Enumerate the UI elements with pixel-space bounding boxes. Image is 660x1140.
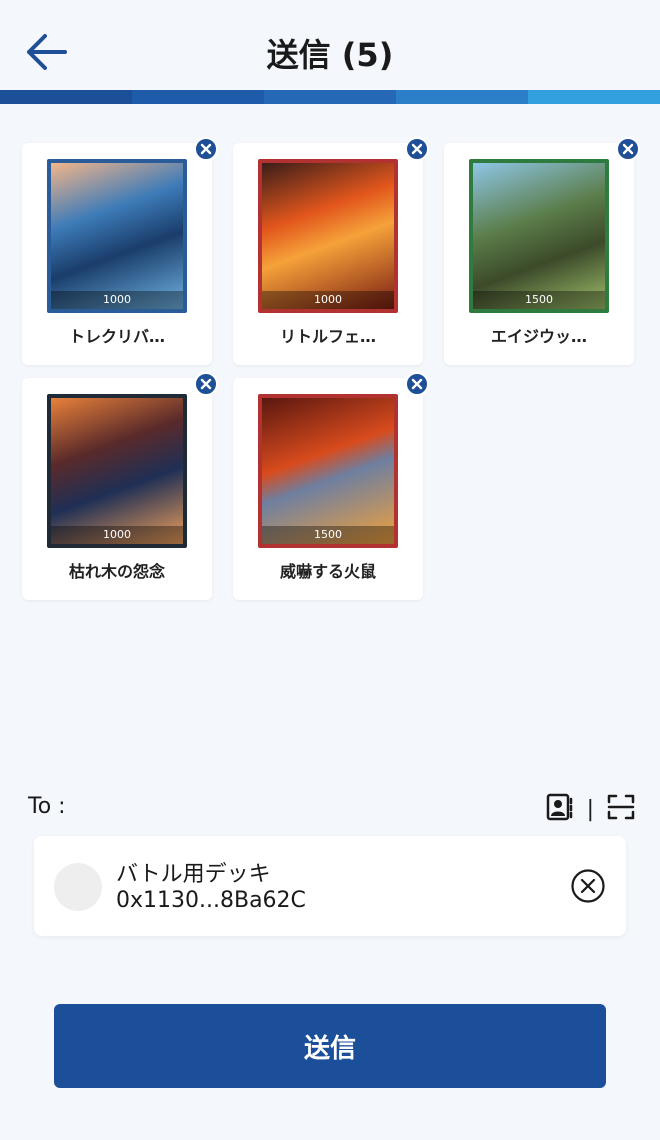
card-art bbox=[473, 163, 605, 309]
card-image: 1500 bbox=[469, 159, 609, 313]
progress-segment-1 bbox=[0, 90, 132, 104]
card-art bbox=[51, 398, 183, 544]
card-name: 枯れ木の怨念 bbox=[68, 562, 165, 581]
close-icon bbox=[411, 378, 423, 390]
card-stat: 1500 bbox=[262, 526, 394, 544]
card-name: トレクリバ… bbox=[68, 327, 165, 346]
remove-card-button[interactable] bbox=[405, 372, 429, 396]
card-art bbox=[262, 163, 394, 309]
scan-qr-button[interactable] bbox=[606, 792, 636, 826]
close-icon bbox=[200, 378, 212, 390]
header-progress-bar bbox=[0, 90, 660, 104]
address-book-icon bbox=[546, 793, 572, 821]
card-stat: 1000 bbox=[51, 291, 183, 309]
close-icon bbox=[622, 143, 634, 155]
card-item[interactable]: 1500 威嚇する火鼠 bbox=[233, 372, 429, 600]
progress-segment-2 bbox=[132, 90, 264, 104]
clear-recipient-button[interactable] bbox=[570, 868, 606, 904]
card-art bbox=[262, 398, 394, 544]
recipient-tools: | bbox=[545, 792, 636, 826]
progress-segment-4 bbox=[396, 90, 528, 104]
close-icon bbox=[200, 143, 212, 155]
tools-divider: | bbox=[586, 796, 594, 822]
header: 送信 (5) bbox=[0, 0, 660, 90]
clear-circle-icon bbox=[571, 869, 605, 903]
card-stat: 1000 bbox=[262, 291, 394, 309]
scan-icon bbox=[607, 794, 635, 820]
remove-card-button[interactable] bbox=[405, 137, 429, 161]
card-name: 威嚇する火鼠 bbox=[279, 562, 376, 581]
remove-card-button[interactable] bbox=[194, 372, 218, 396]
recipient-address: 0x1130...8Ba62C bbox=[116, 888, 306, 913]
card-image: 1000 bbox=[47, 159, 187, 313]
progress-segment-5 bbox=[528, 90, 660, 104]
card-name: エイジウッ… bbox=[490, 327, 587, 346]
address-book-button[interactable] bbox=[545, 792, 575, 826]
card-name: リトルフェ… bbox=[279, 327, 376, 346]
card-item[interactable]: 1000 リトルフェ… bbox=[233, 137, 429, 365]
card-stat: 1000 bbox=[51, 526, 183, 544]
card-stat: 1500 bbox=[473, 291, 605, 309]
card-art bbox=[51, 163, 183, 309]
progress-segment-3 bbox=[264, 90, 396, 104]
send-button[interactable]: 送信 bbox=[54, 1004, 606, 1088]
card-image: 1000 bbox=[258, 159, 398, 313]
card-item[interactable]: 1500 エイジウッ… bbox=[444, 137, 640, 365]
recipient-name: バトル用デッキ bbox=[116, 862, 271, 887]
card-image: 1500 bbox=[258, 394, 398, 548]
to-label: To : bbox=[28, 794, 66, 819]
recipient-card[interactable]: バトル用デッキ 0x1130...8Ba62C bbox=[34, 836, 626, 936]
card-item[interactable]: 1000 トレクリバ… bbox=[22, 137, 218, 365]
card-item[interactable]: 1000 枯れ木の怨念 bbox=[22, 372, 218, 600]
page-title: 送信 (5) bbox=[266, 36, 394, 74]
card-image: 1000 bbox=[47, 394, 187, 548]
close-icon bbox=[411, 143, 423, 155]
avatar bbox=[54, 863, 102, 911]
remove-card-button[interactable] bbox=[194, 137, 218, 161]
remove-card-button[interactable] bbox=[616, 137, 640, 161]
